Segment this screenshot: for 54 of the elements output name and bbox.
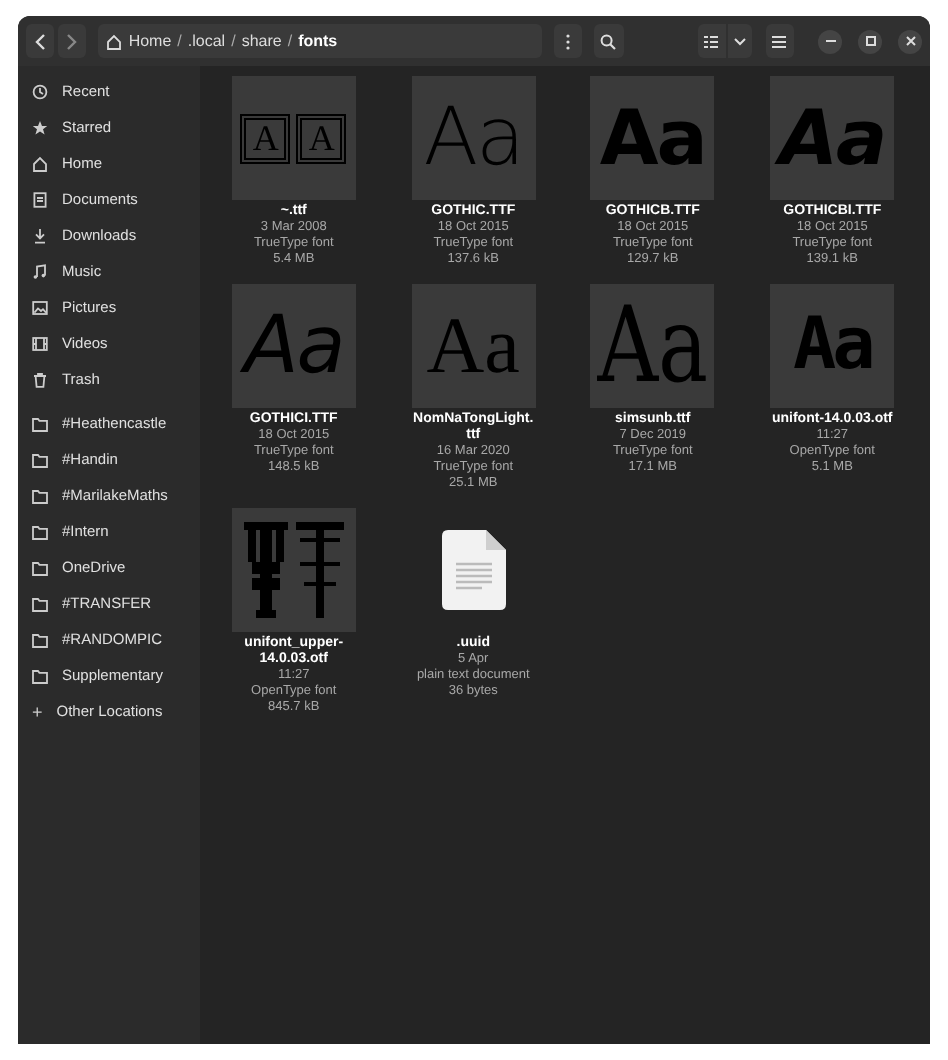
font-preview: Aa	[770, 76, 895, 200]
font-preview: Aa	[590, 284, 715, 408]
font-preview: A A	[231, 76, 356, 200]
clock-icon	[32, 84, 48, 100]
search-icon	[600, 33, 617, 49]
font-preview: Aa	[411, 284, 536, 408]
download-icon	[32, 228, 48, 244]
plus-icon: +	[32, 703, 43, 721]
main-menu-button[interactable]	[765, 24, 794, 58]
folder-icon	[32, 633, 48, 647]
film-icon	[32, 336, 48, 352]
path-segment[interactable]: .local	[187, 29, 226, 53]
path-segment[interactable]: share	[241, 29, 282, 53]
star-icon	[32, 120, 48, 136]
folder-icon	[32, 525, 48, 539]
forward-button[interactable]	[58, 24, 87, 58]
font-preview: Aa	[231, 284, 356, 408]
more-options-button[interactable]	[553, 24, 582, 58]
close-icon	[905, 36, 915, 46]
home-icon	[106, 33, 123, 49]
list-icon	[704, 35, 719, 47]
view-options-button[interactable]	[727, 24, 752, 58]
maximize-button[interactable]	[858, 29, 882, 53]
folder-icon	[32, 489, 48, 503]
back-button[interactable]	[26, 24, 55, 58]
maximize-icon	[865, 36, 875, 46]
music-note-icon	[32, 264, 48, 280]
trash-icon	[32, 372, 48, 388]
path-separator: /	[177, 29, 182, 53]
document-icon	[32, 192, 48, 208]
pixel-glyph-drawing	[239, 518, 348, 622]
folder-icon	[32, 669, 48, 683]
font-preview: Aa	[590, 76, 715, 200]
home-icon	[32, 156, 48, 172]
folder-icon	[32, 453, 48, 467]
close-button[interactable]	[898, 29, 922, 53]
chevron-down-icon	[733, 37, 746, 45]
path-separator: /	[287, 29, 293, 53]
folder-icon	[32, 417, 48, 431]
menu-icon	[772, 35, 787, 47]
path-segment[interactable]: Home	[128, 29, 172, 53]
font-preview: Aa	[770, 284, 895, 408]
text-document-icon	[441, 530, 506, 610]
minimize-button[interactable]	[818, 29, 842, 53]
search-button[interactable]	[593, 24, 624, 58]
path-separator: /	[231, 29, 236, 53]
list-view-button[interactable]	[697, 24, 726, 58]
minimize-icon	[825, 40, 835, 42]
path-segment[interactable]: fonts	[298, 29, 338, 53]
vertical-dots-icon	[565, 33, 570, 49]
picture-icon	[32, 300, 48, 316]
font-preview: Aa	[411, 76, 536, 200]
folder-icon	[32, 597, 48, 611]
folder-icon	[32, 561, 48, 575]
